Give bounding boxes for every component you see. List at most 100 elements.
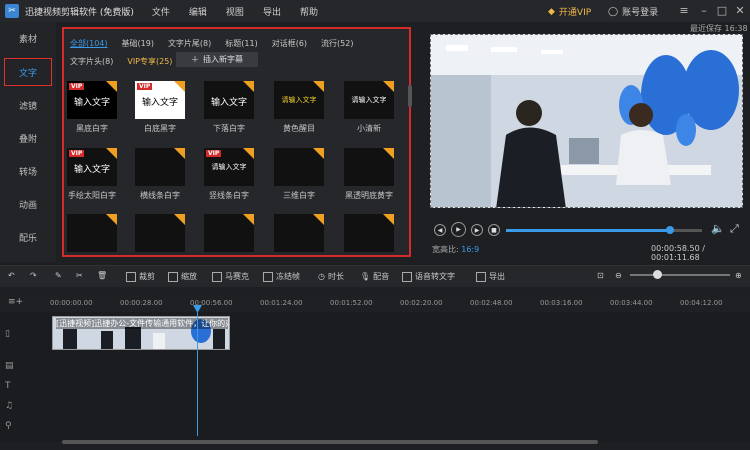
tab[interactable]: 全部(104)	[70, 38, 108, 50]
sidebar-item[interactable]: 转场	[0, 155, 56, 188]
playhead[interactable]	[197, 306, 198, 436]
menu-view[interactable]: 视图	[226, 5, 244, 18]
template-thumbnail[interactable]: 请输入文字	[274, 81, 324, 119]
download-corner-icon[interactable]	[174, 214, 185, 225]
download-corner-icon[interactable]	[243, 148, 254, 159]
template-grid: VIP 输入文字 黑底白字 VIP 输入文字 白底黑字 输入文字 下落白字 请输入文字 黄色醒目请…	[64, 76, 413, 256]
zoom-button[interactable]: 缩放	[168, 271, 197, 282]
tab[interactable]: 文字片尾(8)	[168, 38, 211, 50]
download-corner-icon[interactable]	[313, 81, 324, 92]
split-icon[interactable]: ✂	[76, 271, 83, 280]
sidebar-item-label: 素材	[18, 35, 37, 45]
tab[interactable]: 标题(11)	[225, 38, 257, 50]
sidebar-item[interactable]: 叠附	[0, 122, 56, 155]
template-thumbnail[interactable]	[135, 148, 185, 186]
insert-subtitle-button[interactable]: ＋ 插入新字幕	[176, 52, 258, 67]
delete-icon[interactable]: 🗑	[97, 271, 107, 280]
menu-icon[interactable]: ≡	[676, 3, 692, 19]
menu-edit[interactable]: 编辑	[189, 5, 207, 18]
undo-icon[interactable]: ↶	[8, 271, 15, 280]
close-icon[interactable]: ✕	[732, 3, 748, 19]
maximize-icon[interactable]: □	[714, 3, 730, 19]
minimize-icon[interactable]: –	[696, 3, 712, 19]
text-track-header: T	[0, 376, 50, 396]
edit-icon[interactable]: ✎	[55, 271, 62, 280]
template-label: 黄色醒目	[283, 124, 315, 133]
menu-help[interactable]: 帮助	[300, 5, 318, 18]
prev-icon[interactable]: ◀	[434, 224, 446, 236]
vip-button[interactable]: ◆ 开通VIP	[548, 5, 591, 19]
freeze-frame-button[interactable]: 冻结帧	[263, 271, 300, 282]
download-corner-icon[interactable]	[383, 214, 394, 225]
tab[interactable]: 对话框(6)	[272, 38, 307, 50]
download-corner-icon[interactable]	[243, 81, 254, 92]
panel-scrollbar[interactable]	[408, 85, 412, 107]
fullscreen-icon[interactable]: ⤢	[730, 222, 739, 236]
fit-icon[interactable]: ⊡	[597, 271, 604, 280]
template-thumbnail[interactable]: VIP 输入文字	[67, 81, 117, 119]
film-icon: ▤	[5, 361, 14, 371]
template-thumbnail[interactable]	[67, 214, 117, 252]
template-thumbnail[interactable]	[344, 148, 394, 186]
speech-to-text-button[interactable]: 语音转文字	[402, 271, 455, 282]
next-icon[interactable]: ▶	[471, 224, 483, 236]
stop-icon[interactable]: ■	[488, 224, 500, 236]
timeline-zoom-slider[interactable]	[630, 274, 730, 276]
template-thumbnail[interactable]	[204, 214, 254, 252]
download-corner-icon[interactable]	[106, 81, 117, 92]
menu-export[interactable]: 导出	[263, 5, 281, 18]
clip-label: [迅捷视频]迅捷办公-文件传输通用软件，让你的办公更简单高效	[56, 318, 228, 329]
download-corner-icon[interactable]	[383, 81, 394, 92]
duration-button[interactable]: ◷ 时长	[318, 271, 344, 282]
timeline-zoom-handle[interactable]	[653, 270, 662, 279]
menu-file[interactable]: 文件	[152, 5, 170, 18]
mosaic-button[interactable]: 马赛克	[212, 271, 249, 282]
template-thumbnail[interactable]	[274, 214, 324, 252]
download-corner-icon[interactable]	[313, 214, 324, 225]
template-thumbnail[interactable]: VIP 输入文字	[135, 81, 185, 119]
seek-handle[interactable]	[666, 226, 674, 234]
template-thumbnail[interactable]: 输入文字	[204, 81, 254, 119]
template-preview-text: 请输入文字	[351, 96, 387, 104]
zoom-in-icon[interactable]: ⊕	[735, 271, 742, 280]
template-thumbnail[interactable]	[274, 148, 324, 186]
download-corner-icon[interactable]	[174, 148, 185, 159]
template-thumbnail[interactable]: 请输入文字	[344, 81, 394, 119]
volume-icon[interactable]: 🔈	[711, 222, 725, 235]
tab[interactable]: VIP专享(25)	[127, 56, 172, 68]
download-corner-icon[interactable]	[383, 148, 394, 159]
play-icon[interactable]: ▶	[451, 222, 466, 237]
zoom-out-icon[interactable]: ⊖	[615, 271, 622, 280]
tab[interactable]: 文字片头(8)	[70, 56, 113, 68]
timeline-scrollbar[interactable]	[62, 440, 598, 444]
template-thumbnail[interactable]	[344, 214, 394, 252]
template-thumbnail[interactable]	[135, 214, 185, 252]
login-button[interactable]: ◯ 账号登录	[608, 5, 658, 19]
tab[interactable]: 流行(52)	[321, 38, 353, 50]
download-corner-icon[interactable]	[106, 148, 117, 159]
crop-button[interactable]: 裁剪	[126, 271, 155, 282]
insert-subtitle-label: 插入新字幕	[203, 55, 243, 64]
download-corner-icon[interactable]	[243, 214, 254, 225]
sidebar-item[interactable]: 滤镜	[0, 89, 56, 122]
download-corner-icon[interactable]	[106, 214, 117, 225]
zoom-icon	[168, 271, 178, 282]
crop-icon	[126, 271, 136, 282]
dub-button[interactable]: 🎙 配音	[360, 271, 389, 282]
sidebar-item[interactable]: 配乐	[0, 221, 56, 254]
download-corner-icon[interactable]	[313, 148, 324, 159]
vip-badge-icon: VIP	[69, 83, 85, 90]
download-corner-icon[interactable]	[174, 81, 185, 92]
template-thumbnail[interactable]: VIP 输入文字	[67, 148, 117, 186]
sidebar-item[interactable]: 素材	[0, 22, 56, 55]
mosaic-icon	[212, 271, 222, 282]
template-thumbnail[interactable]: VIP 请输入文字	[204, 148, 254, 186]
sidebar-item[interactable]: 文字	[4, 58, 52, 86]
redo-icon[interactable]: ↷	[30, 271, 37, 280]
export-button[interactable]: 导出	[476, 271, 505, 282]
sidebar-item[interactable]: 动画	[0, 188, 56, 221]
video-clip[interactable]: [迅捷视频]迅捷办公-文件传输通用软件，让你的办公更简单高效	[52, 316, 230, 350]
aspect-value[interactable]: 16:9	[461, 245, 479, 254]
add-track-icon[interactable]: ≡+	[8, 297, 23, 307]
tab[interactable]: 基础(19)	[122, 38, 154, 50]
